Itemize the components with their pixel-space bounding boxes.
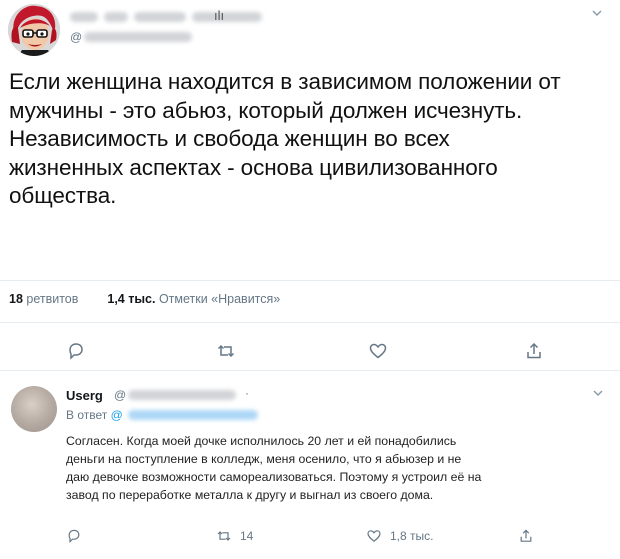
reply-author-avatar[interactable] [11, 386, 57, 432]
tweet-stats: 18 ретвитов 1,4 тыс. Отметки «Нравится» [9, 292, 280, 306]
chevron-down-icon[interactable] [590, 6, 606, 22]
reply-handle-redacted [128, 390, 236, 400]
retweet-button[interactable] [216, 339, 236, 363]
divider [0, 322, 620, 323]
share-button[interactable] [524, 339, 544, 363]
reply-actions: 14 1,8 тыс. [0, 524, 620, 548]
like-button[interactable] [368, 339, 388, 363]
reply-to-handle[interactable]: @ [111, 408, 123, 422]
reply-tweet: Userg @ · В ответ @ Согласен. Когда моей… [0, 374, 620, 559]
heart-icon [369, 343, 387, 359]
reply-icon [69, 343, 83, 360]
retweets-stat[interactable]: 18 ретвитов [9, 292, 78, 306]
retweet-button[interactable]: 14 [216, 524, 253, 548]
reply-author-handle[interactable]: @ [114, 388, 126, 402]
reply-text: Согласен. Когда моей дочке исполнилось 2… [66, 432, 606, 504]
cartoon-avatar-icon [8, 4, 60, 56]
tweet-text-line: общества. [9, 183, 117, 208]
retweet-count: 14 [240, 529, 254, 543]
reply-text-line: деньги на поступление в колледж, меня ос… [66, 452, 462, 466]
reply-text-line: завод по переработке металла к другу и в… [66, 488, 434, 502]
author-handle-redacted [84, 32, 192, 42]
retweets-count: 18 [9, 292, 23, 306]
retweet-icon [217, 344, 235, 358]
tweet-text-line: жизненных аспектах - основа цивилизованн… [9, 154, 498, 180]
author-name-redacted[interactable] [70, 10, 270, 24]
tweet-text: Если женщина находится в зависимом полож… [9, 68, 609, 211]
reply-to-line: В ответ @ [66, 408, 123, 422]
author-avatar[interactable] [8, 4, 60, 56]
likes-count: 1,4 тыс. [107, 292, 156, 306]
heart-icon [367, 530, 381, 542]
reply-to-prefix: В ответ [66, 408, 108, 422]
likes-stat[interactable]: 1,4 тыс. Отметки «Нравится» [107, 292, 280, 306]
reply-icon [68, 529, 80, 544]
tweet-text-line: Если женщина находится в зависимом полож… [9, 69, 561, 94]
divider [0, 280, 620, 281]
reply-text-line: Согласен. Когда моей дочке исполнилось 2… [66, 434, 457, 448]
author-handle-prefix: @ [70, 30, 83, 44]
like-button[interactable]: 1,8 тыс. [366, 524, 433, 548]
reply-button[interactable] [66, 339, 86, 363]
reply-author-name[interactable]: Userg [66, 388, 103, 403]
reply-text-line: даю девочке возможности самореализоватьс… [66, 470, 482, 484]
retweets-label: ретвитов [26, 292, 79, 306]
chevron-down-icon[interactable] [591, 386, 605, 403]
author-badge-icon: ılı [214, 8, 225, 23]
share-button[interactable] [518, 524, 534, 548]
share-icon [520, 529, 532, 542]
likes-label: Отметки «Нравится» [158, 292, 281, 306]
tweet-actions [0, 339, 620, 363]
like-count: 1,8 тыс. [390, 529, 434, 543]
share-icon [527, 342, 541, 359]
separator-dot: · [245, 386, 249, 400]
divider [0, 370, 620, 371]
main-tweet: ılı @ Если женщина находится в зависимом… [0, 0, 620, 371]
reply-to-handle-redacted [128, 410, 258, 420]
reply-button[interactable] [66, 524, 82, 548]
tweet-text-line: Независимость и свобода женщин во всех [9, 126, 450, 151]
retweet-icon [217, 531, 231, 541]
tweet-text-line: мужчины - это абьюз, который должен исче… [9, 97, 523, 123]
